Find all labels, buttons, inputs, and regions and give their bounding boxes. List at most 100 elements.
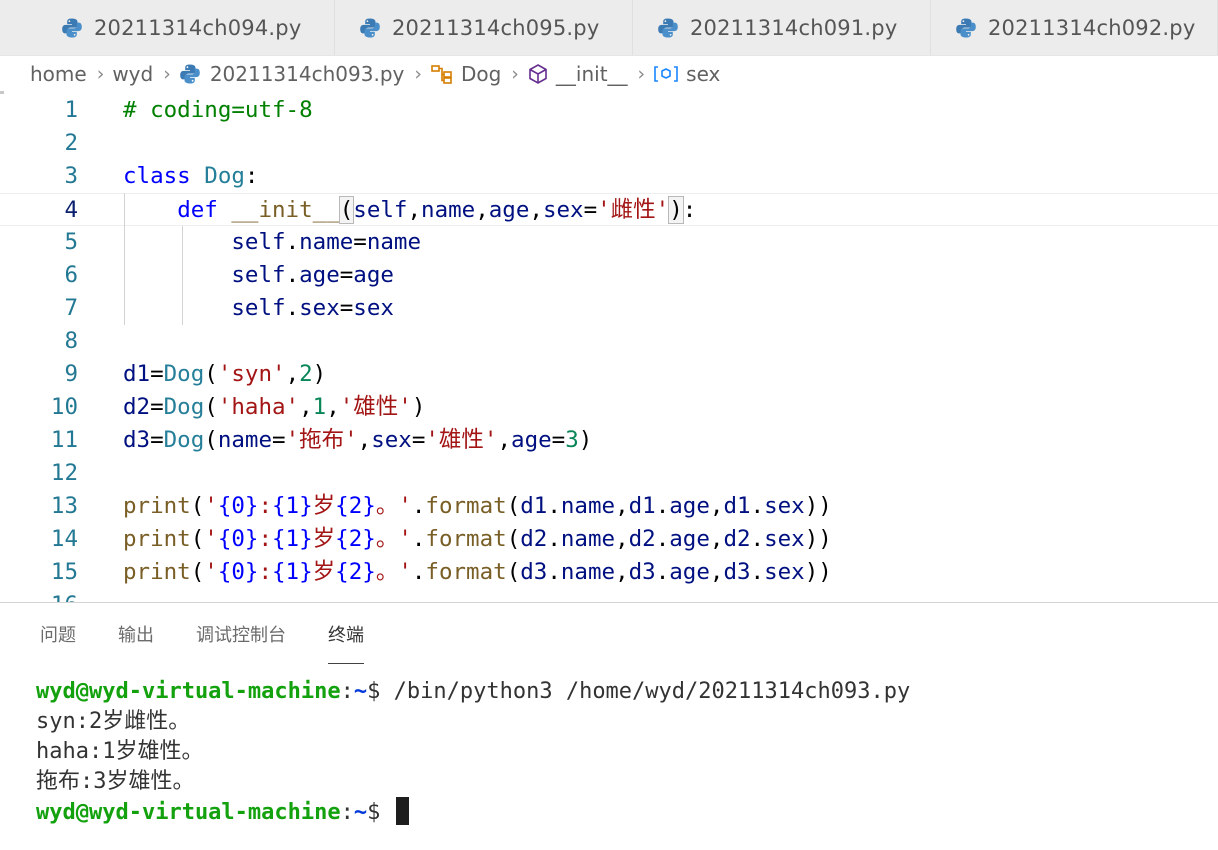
- code-token: ,: [615, 493, 629, 519]
- code-token: d1: [123, 361, 151, 387]
- code-token: d2: [723, 526, 751, 552]
- code-token: name: [299, 229, 354, 255]
- code-line[interactable]: 3 class Dog:: [0, 160, 1218, 193]
- code-token: age: [669, 493, 710, 519]
- terminal-user: wyd@wyd-virtual-machine: [36, 679, 341, 704]
- code-token: :: [258, 526, 273, 552]
- bottom-panel: 问题 输出 调试控制台 终端 wyd@wyd-virtual-machine:~$ /…: [0, 602, 1218, 850]
- code-token: d2: [520, 526, 548, 552]
- code-line[interactable]: 9 d1=Dog('syn',2): [0, 358, 1218, 391]
- code-editor[interactable]: 1 # coding=utf-8 2 3 class Dog: 4 def __init_…: [0, 92, 1218, 602]
- tab-20211314ch092[interactable]: 20211314ch092.py: [931, 0, 1218, 55]
- code-token: age: [669, 526, 710, 552]
- code-token: 岁: [312, 559, 336, 585]
- code-text: class Dog:: [123, 160, 258, 193]
- code-token: (: [338, 196, 355, 224]
- code-token: Dog: [163, 427, 205, 453]
- code-token: d1: [628, 493, 656, 519]
- code-token: 。': [375, 526, 412, 552]
- code-text: d1=Dog('syn',2): [123, 358, 326, 391]
- panel-tab[interactable]: 调试控制台: [196, 621, 286, 664]
- breadcrumb-file[interactable]: 20211314ch093.py: [179, 62, 404, 86]
- code-line[interactable]: 4 def __init__(self,name,age,sex='雌性'):: [0, 193, 1218, 226]
- code-text: self.age=age: [123, 259, 394, 292]
- code-token: name: [560, 493, 616, 519]
- line-number: 9: [64, 361, 78, 387]
- code-line[interactable]: 2: [0, 127, 1218, 160]
- line-number: 12: [50, 460, 78, 486]
- tab-20211314ch095[interactable]: 20211314ch095.py: [335, 0, 633, 55]
- code-token: :: [682, 197, 697, 223]
- code-line[interactable]: 1 # coding=utf-8: [0, 94, 1218, 127]
- code-token: .: [411, 526, 426, 552]
- code-text: d3=Dog(name='拖布',sex='雄性',age=3): [123, 424, 592, 457]
- code-token: ,: [326, 394, 340, 420]
- breadcrumb-home[interactable]: home: [30, 62, 87, 86]
- code-token: ,: [475, 197, 489, 223]
- line-number: 5: [64, 229, 78, 255]
- code-token: (: [506, 493, 521, 519]
- code-token: :: [244, 163, 259, 189]
- panel-tab[interactable]: 输出: [118, 621, 154, 664]
- code-token: print: [123, 559, 191, 585]
- code-line[interactable]: 10 d2=Dog('haha',1,'雄性'): [0, 391, 1218, 424]
- code-line[interactable]: 12: [0, 457, 1218, 490]
- panel-tab[interactable]: 问题: [40, 621, 76, 664]
- chevron-right-icon: ›: [511, 63, 519, 85]
- code-token: d2: [123, 394, 151, 420]
- tab-label: 20211314ch095.py: [392, 15, 600, 40]
- code-token: =: [551, 427, 566, 453]
- code-line[interactable]: 11 d3=Dog(name='拖布',sex='雄性',age=3): [0, 424, 1218, 457]
- code-token: {1}: [272, 526, 313, 552]
- code-token: (: [190, 493, 205, 519]
- code-token: )): [804, 526, 832, 552]
- code-line[interactable]: 15 print('{0}:{1}岁{2}。'.format(d3.name,d3…: [0, 556, 1218, 589]
- code-token: '雄性': [339, 394, 412, 420]
- panel-tab[interactable]: 终端: [328, 621, 364, 664]
- line-number: 7: [64, 295, 78, 321]
- code-token: sex: [764, 559, 805, 585]
- code-token: d2: [628, 526, 656, 552]
- breadcrumb-label: sex: [686, 62, 721, 86]
- code-token: name: [560, 526, 616, 552]
- tab-label: 20211314ch091.py: [690, 15, 898, 40]
- code-token: 3: [565, 427, 579, 453]
- code-token: =: [150, 361, 164, 387]
- chevron-right-icon: ›: [96, 63, 105, 85]
- code-token: ,: [615, 526, 629, 552]
- code-line[interactable]: 16: [0, 589, 1218, 602]
- breadcrumb-class[interactable]: Dog: [430, 62, 501, 86]
- tab-20211314ch091[interactable]: 20211314ch091.py: [633, 0, 931, 55]
- code-token: =: [583, 197, 598, 223]
- code-token: 'syn': [217, 361, 286, 387]
- chevron-right-icon: ›: [637, 63, 646, 85]
- tab-label: 20211314ch092.py: [988, 15, 1196, 40]
- code-token: :: [258, 559, 273, 585]
- breadcrumb-variable[interactable]: sex: [653, 62, 720, 86]
- code-token: d3: [123, 427, 151, 453]
- code-token: =: [353, 229, 367, 255]
- breadcrumb-wyd[interactable]: wyd: [112, 62, 153, 86]
- code-token: .: [655, 493, 670, 519]
- breadcrumb-label: __init__: [555, 62, 628, 86]
- code-line[interactable]: 8: [0, 325, 1218, 358]
- method-symbol-icon: [527, 63, 549, 85]
- breadcrumb-method[interactable]: __init__: [527, 62, 628, 86]
- python-icon: [179, 63, 201, 85]
- terminal[interactable]: wyd@wyd-virtual-machine:~$ /bin/python3 …: [36, 677, 910, 828]
- tab-20211314ch094[interactable]: 20211314ch094.py: [37, 0, 335, 55]
- code-line[interactable]: 14 print('{0}:{1}岁{2}。'.format(d2.name,d2…: [0, 523, 1218, 556]
- code-line[interactable]: 13 print('{0}:{1}岁{2}。'.format(d1.name,d1…: [0, 490, 1218, 523]
- code-token: ,: [615, 559, 629, 585]
- code-token: .: [285, 229, 300, 255]
- code-token: def: [177, 197, 218, 223]
- code-token: self: [231, 229, 286, 255]
- code-token: age: [299, 262, 340, 288]
- code-token: )): [804, 493, 832, 519]
- code-token: name: [560, 559, 616, 585]
- code-token: ): [578, 427, 593, 453]
- code-text: print('{0}:{1}岁{2}。'.format(d3.name,d3.a…: [123, 556, 832, 589]
- code-text: print('{0}:{1}岁{2}。'.format(d1.name,d1.a…: [123, 490, 832, 523]
